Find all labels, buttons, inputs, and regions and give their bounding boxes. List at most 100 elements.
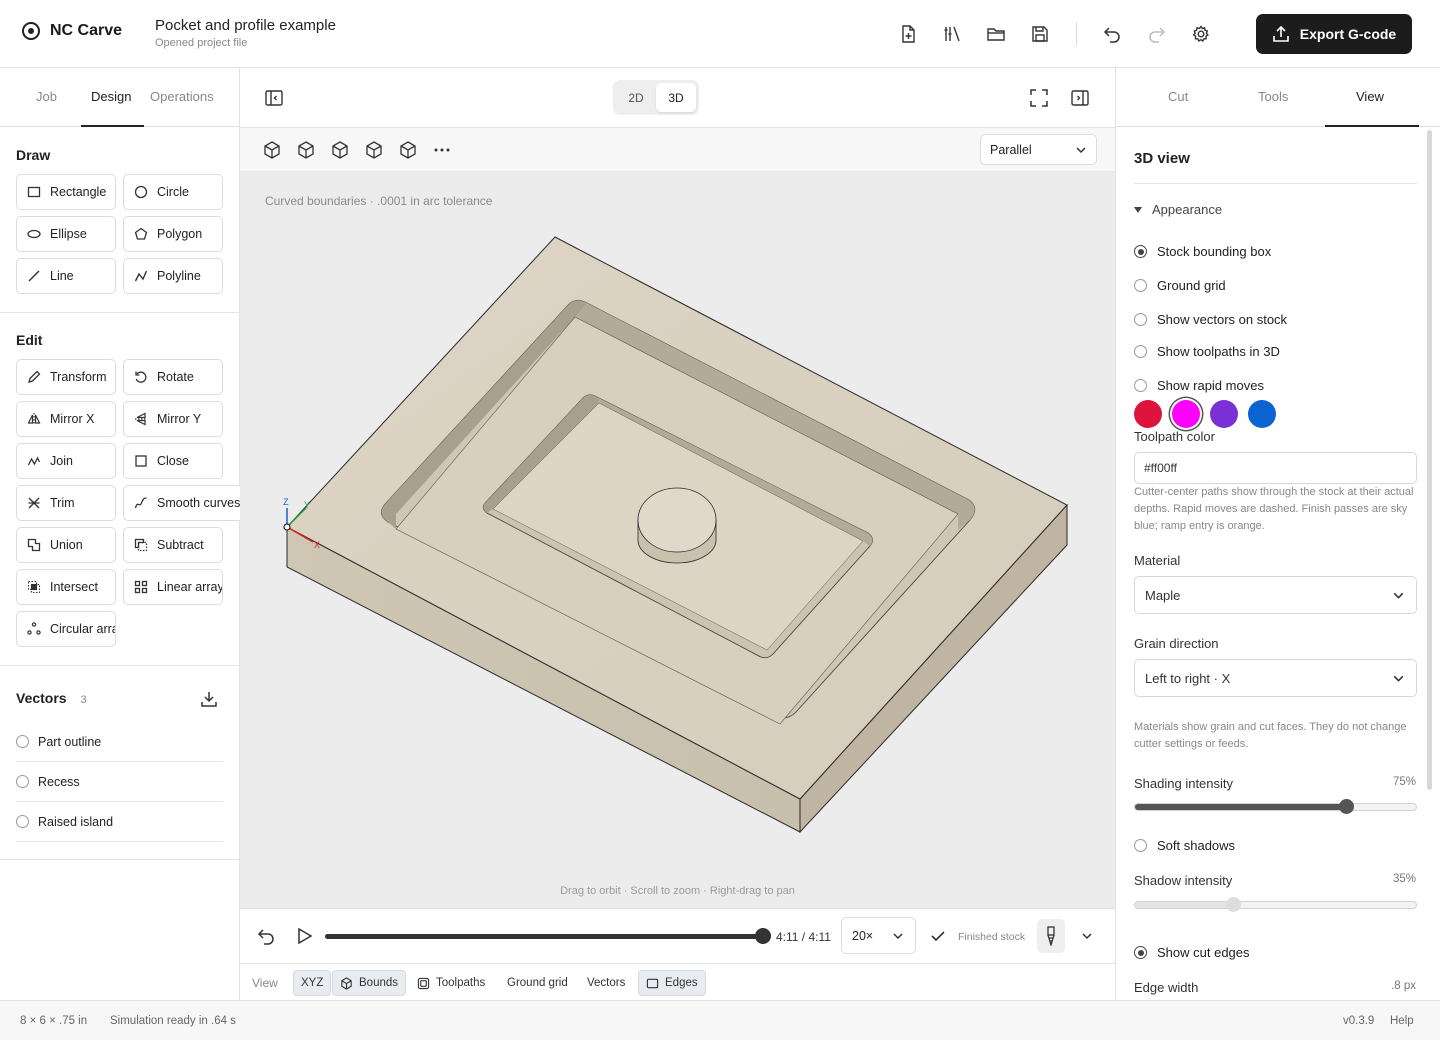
- toggle-edges[interactable]: Edges: [638, 970, 706, 996]
- vector-item-recess[interactable]: Recess: [16, 762, 223, 802]
- toggle-ground-grid[interactable]: Ground grid: [500, 970, 575, 996]
- toolpath-color-input[interactable]: [1134, 452, 1417, 484]
- view-left-button[interactable]: [398, 140, 418, 160]
- panel-scrollbar[interactable]: [1427, 130, 1432, 790]
- option-show-vectors[interactable]: Show vectors on stock: [1134, 312, 1287, 327]
- close-tool[interactable]: Close: [123, 443, 223, 479]
- option-radio[interactable]: [1134, 839, 1147, 852]
- appearance-accordion[interactable]: Appearance: [1134, 202, 1222, 217]
- option-radio[interactable]: [1134, 379, 1147, 392]
- tab-job[interactable]: Job: [36, 89, 57, 104]
- union-tool[interactable]: Union: [16, 527, 116, 563]
- option-show-rapid-moves[interactable]: Show rapid moves: [1134, 378, 1264, 393]
- tab-design[interactable]: Design: [91, 89, 131, 104]
- option-radio[interactable]: [1134, 345, 1147, 358]
- view-front-button[interactable]: [296, 140, 316, 160]
- chevron-down-icon[interactable]: [1080, 929, 1094, 943]
- option-soft-shadows[interactable]: Soft shadows: [1134, 838, 1235, 853]
- color-swatch-magenta[interactable]: [1172, 400, 1200, 428]
- join-tool[interactable]: Join: [16, 443, 116, 479]
- tool-library-button[interactable]: [940, 22, 964, 46]
- tab-tools[interactable]: Tools: [1258, 89, 1288, 104]
- tab-operations[interactable]: Operations: [150, 89, 214, 104]
- toggle-vectors[interactable]: Vectors: [580, 970, 632, 996]
- option-radio[interactable]: [1134, 313, 1147, 326]
- mirror-x-tool[interactable]: Mirror X: [16, 401, 116, 437]
- toggle-left-panel-button[interactable]: [264, 88, 284, 108]
- vector-radio[interactable]: [16, 815, 29, 828]
- ellipse-tool[interactable]: Ellipse: [16, 216, 116, 252]
- option-show-cut-edges[interactable]: Show cut edges: [1134, 945, 1250, 960]
- vector-item-raised-island[interactable]: Raised island: [16, 802, 223, 842]
- shadow-intensity-slider[interactable]: [1134, 897, 1417, 912]
- view-iso-button[interactable]: [262, 140, 282, 160]
- progress-handle[interactable]: [755, 928, 771, 944]
- save-button[interactable]: [1028, 22, 1052, 46]
- option-ground-grid[interactable]: Ground grid: [1134, 278, 1226, 293]
- speed-select[interactable]: 20×: [841, 917, 916, 954]
- projection-select[interactable]: Parallel: [980, 134, 1097, 165]
- new-file-button[interactable]: [896, 22, 920, 46]
- polyline-tool[interactable]: Polyline: [123, 258, 223, 294]
- shading-intensity-label: Shading intensity: [1134, 776, 1234, 791]
- subtract-tool[interactable]: Subtract: [123, 527, 223, 563]
- play-icon: [298, 927, 313, 945]
- settings-button[interactable]: [1189, 22, 1213, 46]
- smooth-curves-tool[interactable]: Smooth curves: [123, 485, 240, 521]
- option-label: Show toolpaths in 3D: [1157, 344, 1280, 359]
- tab-view[interactable]: View: [1356, 89, 1384, 104]
- tab-cut[interactable]: Cut: [1168, 89, 1188, 104]
- shading-intensity-slider[interactable]: [1134, 799, 1417, 814]
- toggle-toolpaths[interactable]: Toolpaths: [410, 970, 492, 996]
- grain-direction-select[interactable]: Left to right · X: [1134, 659, 1417, 697]
- download-vectors-button[interactable]: [200, 690, 218, 708]
- vector-radio[interactable]: [16, 775, 29, 788]
- slider-handle[interactable]: [1338, 799, 1354, 814]
- mode-2d-button[interactable]: 2D: [616, 83, 656, 112]
- intersect-tool[interactable]: Intersect: [16, 569, 116, 605]
- draw-section-title: Draw: [16, 147, 51, 163]
- help-link[interactable]: Help: [1390, 1015, 1414, 1027]
- view-top-button[interactable]: [330, 140, 350, 160]
- play-button[interactable]: [294, 926, 314, 946]
- option-radio[interactable]: [1134, 946, 1147, 959]
- redo-button[interactable]: [1145, 22, 1169, 46]
- transform-tool[interactable]: Transform: [16, 359, 116, 395]
- trim-tool[interactable]: Trim: [16, 485, 116, 521]
- progress-track[interactable]: [325, 934, 763, 939]
- toggle-right-panel-button[interactable]: [1070, 88, 1090, 108]
- vector-item-part-outline[interactable]: Part outline: [16, 722, 223, 762]
- option-show-toolpaths[interactable]: Show toolpaths in 3D: [1134, 344, 1280, 359]
- cutter-preview-button[interactable]: [1037, 919, 1065, 953]
- option-stock-bounding-box[interactable]: Stock bounding box: [1134, 244, 1271, 259]
- line-tool[interactable]: Line: [16, 258, 116, 294]
- toggle-xyz[interactable]: XYZ: [293, 970, 332, 996]
- circular-array-tool[interactable]: Circular array: [16, 611, 116, 647]
- undo-button[interactable]: [1100, 22, 1124, 46]
- toolpath-help-text: Cutter-center paths show through the sto…: [1134, 486, 1414, 532]
- 3d-viewport[interactable]: Curved boundaries · .0001 in arc toleran…: [240, 172, 1115, 908]
- rewind-button[interactable]: [257, 926, 277, 946]
- mirror-y-tool[interactable]: Mirror Y: [123, 401, 223, 437]
- color-swatch-crimson[interactable]: [1134, 400, 1162, 428]
- status-bar: 8 × 6 × .75 in Simulation ready in .64 s…: [0, 1000, 1440, 1040]
- toggle-bounds[interactable]: Bounds: [332, 970, 407, 996]
- vector-radio[interactable]: [16, 735, 29, 748]
- material-select[interactable]: Maple: [1134, 576, 1417, 614]
- polygon-tool[interactable]: Polygon: [123, 216, 223, 252]
- slider-handle[interactable]: [1226, 897, 1242, 912]
- mode-3d-button[interactable]: 3D: [656, 83, 696, 112]
- fullscreen-button[interactable]: [1029, 88, 1049, 108]
- rectangle-tool[interactable]: Rectangle: [16, 174, 116, 210]
- option-radio[interactable]: [1134, 245, 1147, 258]
- linear-array-tool[interactable]: Linear array: [123, 569, 223, 605]
- rotate-tool[interactable]: Rotate: [123, 359, 223, 395]
- color-swatch-purple[interactable]: [1210, 400, 1238, 428]
- option-radio[interactable]: [1134, 279, 1147, 292]
- color-swatch-blue[interactable]: [1248, 400, 1276, 428]
- open-project-button[interactable]: [984, 22, 1008, 46]
- view-right-button[interactable]: [364, 140, 384, 160]
- more-views-button[interactable]: [432, 140, 452, 160]
- circle-tool[interactable]: Circle: [123, 174, 223, 210]
- export-gcode-button[interactable]: Export G-code: [1256, 14, 1412, 54]
